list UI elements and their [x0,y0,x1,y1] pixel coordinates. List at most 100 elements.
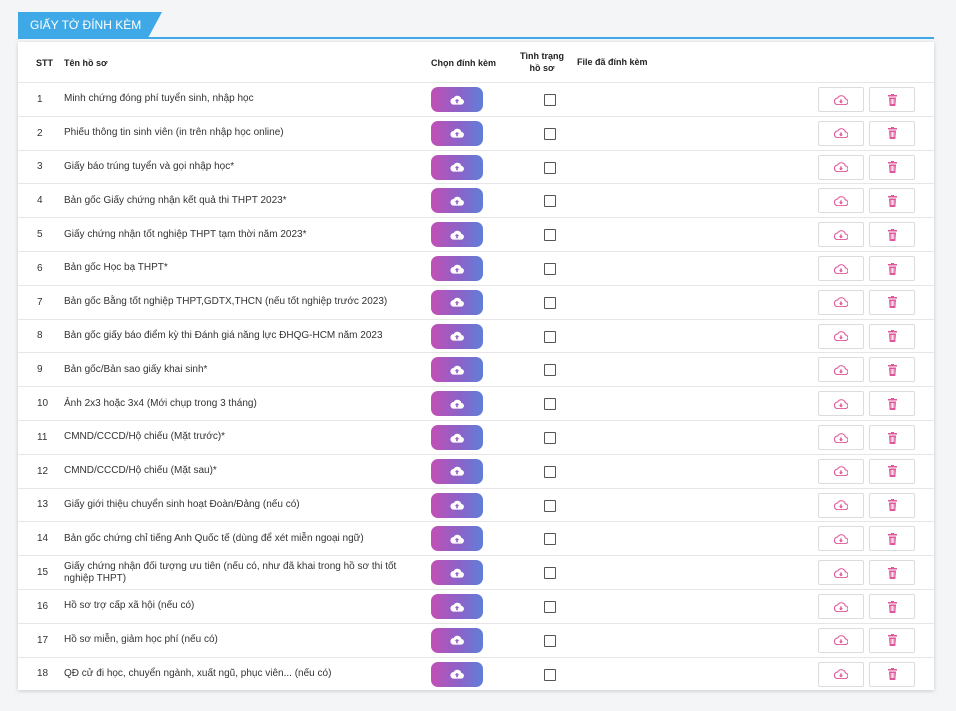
cloud-upload-icon [450,568,464,578]
status-checkbox[interactable] [544,229,556,242]
choose-attachment-button[interactable] [431,289,483,315]
choose-attachment-button[interactable] [431,323,483,349]
status-checkbox[interactable] [544,263,556,275]
download-button[interactable] [818,627,864,653]
row-stt: 14 [37,533,49,545]
delete-button[interactable] [869,357,915,383]
choose-attachment-button[interactable] [431,425,483,450]
row-document-name: Hồ sơ trợ cấp xã hội (nếu có) [64,600,195,612]
delete-button[interactable] [869,627,915,653]
choose-attachment-button[interactable] [431,661,483,687]
cloud-download-icon [834,466,848,477]
trash-icon [887,668,898,681]
download-button[interactable] [818,526,864,552]
delete-button[interactable] [869,391,915,417]
delete-button[interactable] [869,222,915,248]
delete-button[interactable] [869,425,915,450]
download-button[interactable] [818,492,864,518]
choose-attachment-button[interactable] [431,256,483,281]
cloud-upload-icon [450,331,464,341]
delete-button[interactable] [869,87,915,112]
table-row: 1 Minh chứng đóng phí tuyển sinh, nhập họ… [18,82,934,116]
table-row: 6 Bản gốc Học bạ THPT* [18,251,934,285]
download-button[interactable] [818,256,864,281]
choose-attachment-button[interactable] [431,357,483,383]
trash-icon [887,296,898,309]
row-stt: 2 [37,127,43,139]
status-checkbox[interactable] [544,94,556,106]
download-button[interactable] [818,87,864,112]
choose-attachment-button[interactable] [431,594,483,619]
download-button[interactable] [818,391,864,417]
status-checkbox[interactable] [544,127,556,140]
download-button[interactable] [818,458,864,484]
delete-button[interactable] [869,154,915,180]
status-checkbox[interactable] [544,499,556,512]
status-checkbox[interactable] [544,161,556,174]
download-button[interactable] [818,289,864,315]
cloud-download-icon [834,365,848,375]
delete-button[interactable] [869,661,915,687]
choose-attachment-button[interactable] [431,87,483,112]
download-button[interactable] [818,323,864,349]
download-button[interactable] [818,120,864,146]
choose-attachment-button[interactable] [431,391,483,417]
delete-button[interactable] [869,289,915,315]
delete-button[interactable] [869,188,915,214]
status-checkbox[interactable] [544,296,556,309]
status-checkbox[interactable] [544,634,556,647]
delete-button[interactable] [869,256,915,281]
cloud-upload-icon [450,162,464,172]
row-document-name: Giấy báo trúng tuyển và gọi nhập học* [64,160,235,172]
choose-attachment-button[interactable] [431,154,483,180]
status-checkbox[interactable] [544,195,556,208]
choose-attachment-button[interactable] [431,526,483,552]
cloud-download-icon [834,196,848,206]
choose-attachment-button[interactable] [431,188,483,214]
delete-button[interactable] [869,492,915,518]
cloud-download-icon [834,94,848,105]
table-row: 18 QĐ cử đi học, chuyển ngành, xuất ngũ, … [18,656,934,691]
table-row: 9 Bản gốc/Bản sao giấy khai sinh* [18,352,934,386]
download-button[interactable] [818,594,864,619]
status-checkbox[interactable] [544,668,556,681]
cloud-download-icon [834,432,848,443]
status-checkbox[interactable] [544,432,556,444]
row-stt: 8 [37,330,43,342]
choose-attachment-button[interactable] [431,458,483,484]
status-checkbox[interactable] [544,601,556,613]
download-button[interactable] [818,154,864,180]
download-button[interactable] [818,222,864,248]
status-checkbox[interactable] [544,330,556,343]
status-checkbox[interactable] [544,364,556,377]
delete-button[interactable] [869,458,915,484]
choose-attachment-button[interactable] [431,222,483,248]
choose-attachment-button[interactable] [431,560,483,586]
delete-button[interactable] [869,120,915,146]
cloud-download-icon [834,534,848,544]
delete-button[interactable] [869,594,915,619]
table-row: 16 Hồ sơ trợ cấp xã hội (nếu có) [18,589,934,623]
download-button[interactable] [818,357,864,383]
download-button[interactable] [818,188,864,214]
table-row: 13 Giấy giới thiệu chuyển sinh hoạt Đoàn/… [18,487,934,522]
row-document-name: QĐ cử đi học, chuyển ngành, xuất ngũ, ph… [64,667,332,679]
status-checkbox[interactable] [544,533,556,546]
row-document-name: Bản gốc/Bản sao giấy khai sinh* [64,363,208,375]
delete-button[interactable] [869,526,915,552]
trash-icon [887,600,898,613]
download-button[interactable] [818,661,864,687]
choose-attachment-button[interactable] [431,627,483,653]
cloud-download-icon [834,500,848,511]
download-button[interactable] [818,425,864,450]
status-checkbox[interactable] [544,567,556,580]
delete-button[interactable] [869,323,915,349]
row-document-name: Minh chứng đóng phí tuyển sinh, nhập học [64,93,254,105]
choose-attachment-button[interactable] [431,120,483,146]
download-button[interactable] [818,560,864,586]
header-attached-files: File đã đính kèm [577,57,648,67]
status-checkbox[interactable] [544,398,556,411]
status-checkbox[interactable] [544,465,556,478]
delete-button[interactable] [869,560,915,586]
choose-attachment-button[interactable] [431,492,483,518]
